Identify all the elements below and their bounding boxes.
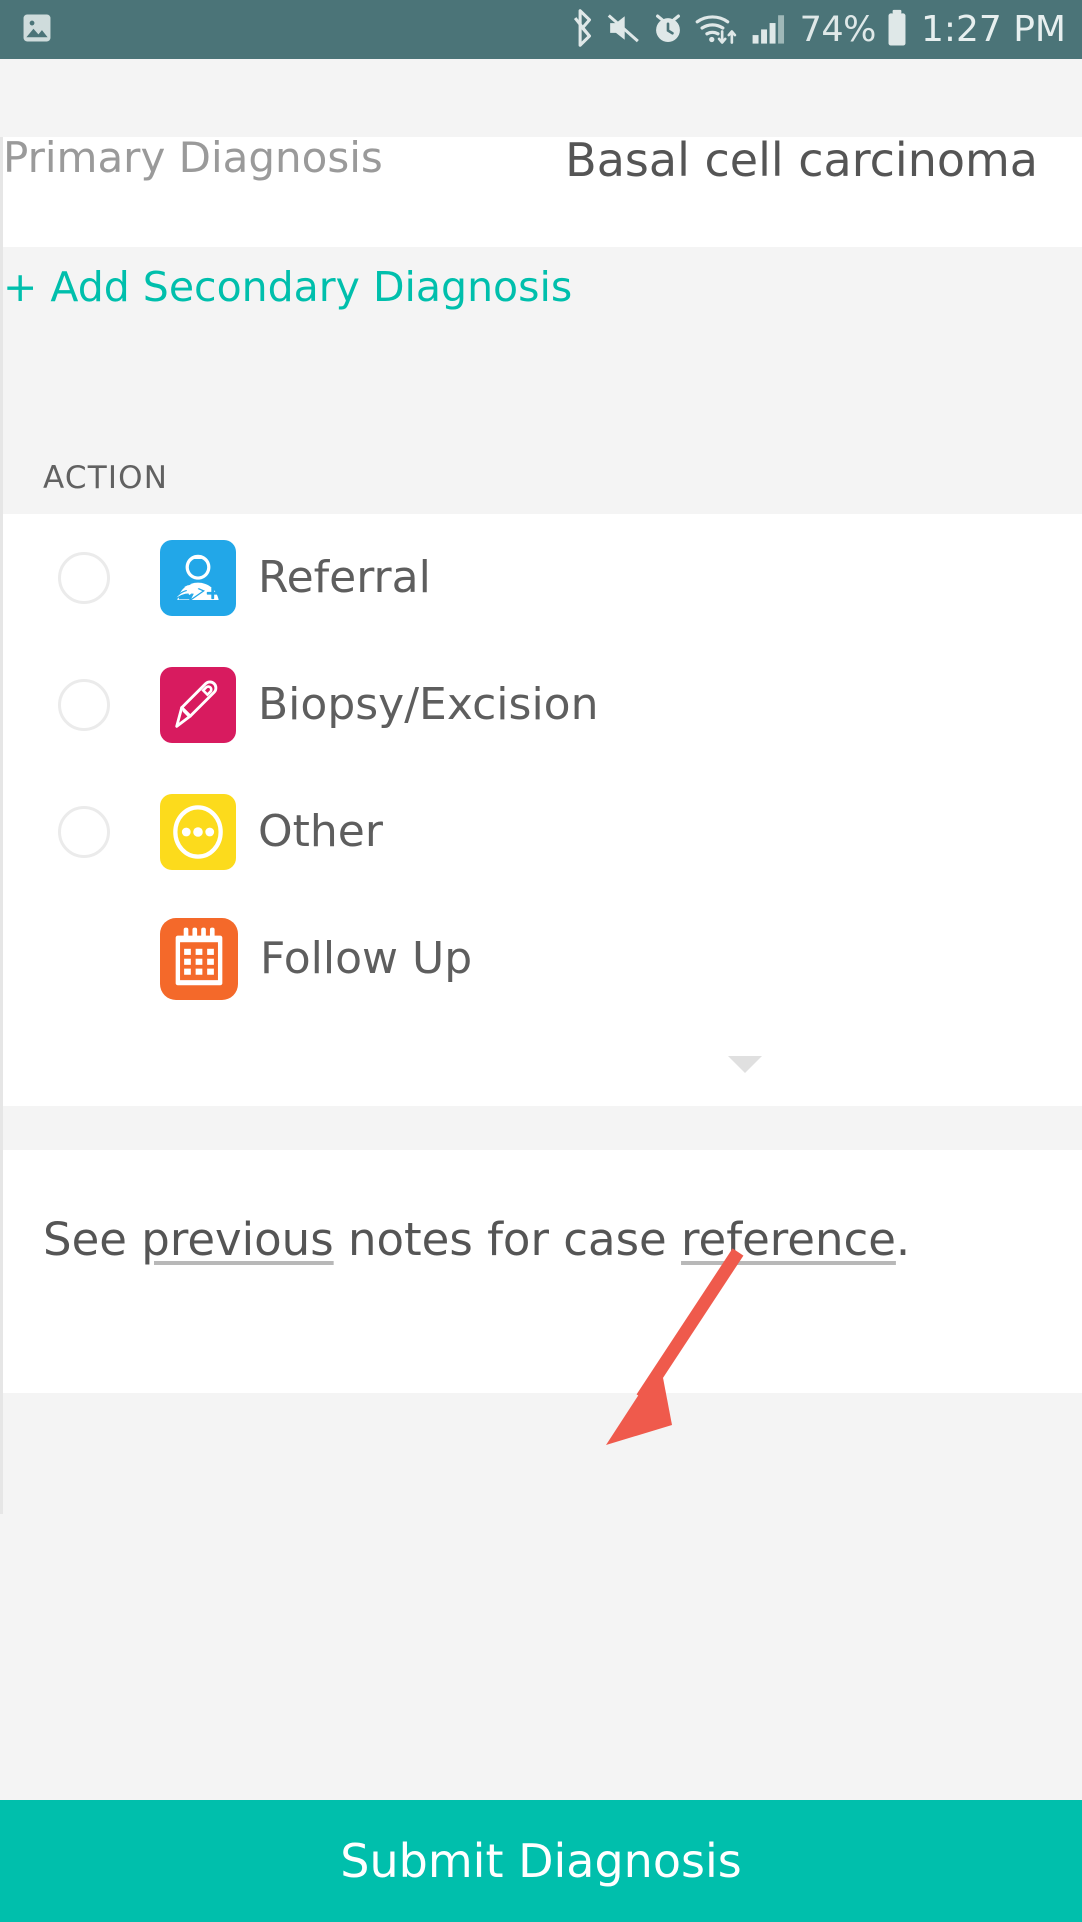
notes-middle: notes for case — [333, 1213, 682, 1266]
add-secondary-diagnosis-label[interactable]: + Add Secondary Diagnosis — [3, 264, 1082, 310]
action-section-title: ACTION — [43, 460, 169, 496]
action-row-referral[interactable]: Referral — [3, 514, 1082, 641]
primary-diagnosis-row[interactable]: Primary Diagnosis Basal cell carcinoma — [0, 137, 1082, 247]
alarm-icon — [651, 10, 685, 50]
add-secondary-diagnosis-row[interactable]: + Add Secondary Diagnosis — [0, 247, 1082, 397]
bottom-spacer — [0, 1393, 1082, 1514]
action-label-biopsy-excision: Biopsy/Excision — [258, 679, 599, 730]
bluetooth-icon — [572, 8, 597, 51]
volume-mute-icon — [606, 11, 642, 49]
action-row-biopsy-excision[interactable]: Biopsy/Excision — [3, 641, 1082, 768]
notes-link-previous[interactable]: previous — [141, 1213, 333, 1266]
radio-referral[interactable] — [58, 551, 110, 604]
ellipsis-circle-icon — [160, 793, 236, 870]
submit-diagnosis-label: Submit Diagnosis — [340, 1834, 742, 1888]
notes-section[interactable]: See previous notes for case reference. — [0, 1150, 1082, 1393]
radio-other[interactable] — [58, 805, 110, 858]
referral-person-add-icon — [160, 539, 236, 616]
notes-divider — [0, 1106, 1082, 1150]
action-label-other: Other — [258, 806, 383, 857]
primary-diagnosis-value: Basal cell carcinoma — [565, 133, 1038, 187]
app-screen: 74% 1:27 PM Primary Diagnosis Basal cell… — [0, 0, 1082, 1922]
notes-suffix: . — [895, 1213, 911, 1266]
notes-text: See previous notes for case reference. — [43, 1212, 1042, 1268]
action-label-referral: Referral — [258, 552, 431, 603]
chevron-down-icon[interactable] — [728, 1056, 762, 1073]
action-row-follow-up[interactable]: Follow Up — [3, 895, 1082, 1022]
radio-biopsy-excision[interactable] — [58, 678, 110, 731]
submit-diagnosis-button[interactable]: Submit Diagnosis — [0, 1800, 1082, 1922]
status-bar-clock: 1:27 PM — [920, 9, 1066, 50]
notes-prefix: See — [43, 1213, 142, 1266]
calendar-icon — [160, 917, 238, 1000]
battery-icon — [885, 9, 909, 51]
battery-percent: 74% — [799, 9, 877, 50]
image-icon — [20, 11, 54, 49]
action-label-follow-up: Follow Up — [260, 933, 473, 984]
action-dropdown-area[interactable] — [0, 1050, 1082, 1106]
action-section-header: ACTION — [0, 397, 1082, 514]
primary-diagnosis-label: Primary Diagnosis — [3, 133, 383, 182]
wifi-icon — [694, 10, 742, 50]
notes-link-reference[interactable]: reference — [681, 1213, 896, 1266]
scalpel-icon — [160, 666, 236, 743]
status-bar: 74% 1:27 PM — [0, 0, 1082, 59]
action-list: Referral Biopsy/Excision Other Follow Up — [0, 514, 1082, 1106]
status-bar-right: 74% 1:27 PM — [572, 8, 1066, 51]
scroll-content[interactable]: Primary Diagnosis Basal cell carcinoma +… — [0, 59, 1082, 1514]
action-row-other[interactable]: Other — [3, 768, 1082, 895]
cellular-signal-icon — [751, 11, 791, 49]
status-bar-left — [20, 11, 54, 49]
